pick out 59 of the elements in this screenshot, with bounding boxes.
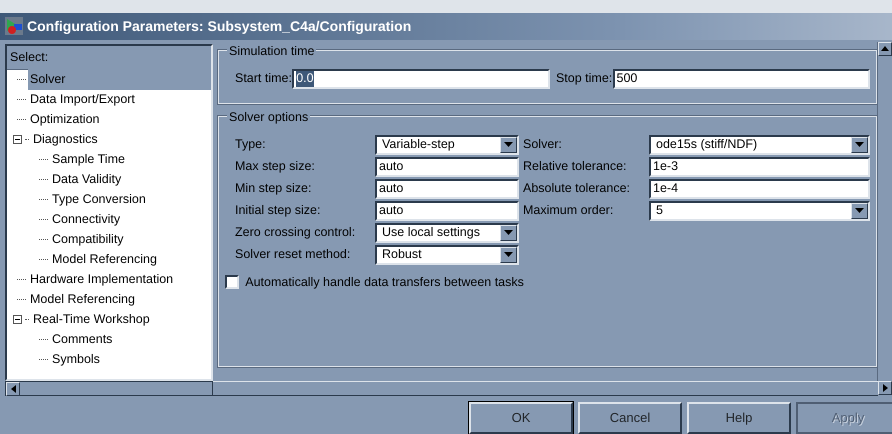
field-label: Initial step size: xyxy=(235,202,322,220)
dropdown[interactable]: Robust xyxy=(375,244,519,265)
tree-item[interactable]: Model Referencing xyxy=(50,249,159,270)
dropdown[interactable]: 5 xyxy=(649,200,870,221)
up-arrow-icon[interactable] xyxy=(881,46,889,52)
text-field[interactable]: auto xyxy=(375,178,519,199)
tree-item[interactable]: Type Conversion xyxy=(50,189,148,210)
tree-item[interactable]: Hardware Implementation xyxy=(28,269,176,290)
tree-header: Select: xyxy=(7,46,211,70)
text-field[interactable]: 500 xyxy=(612,68,870,89)
collapse-icon[interactable] xyxy=(13,315,22,324)
tree-item[interactable]: Sample Time xyxy=(50,149,127,170)
field-label: Relative tolerance: xyxy=(523,158,628,176)
field-label: Solver: xyxy=(523,136,563,154)
text-field[interactable]: 1e-4 xyxy=(649,178,870,199)
tree-item[interactable]: Real-Time Workshop xyxy=(31,309,152,330)
field-label: Min step size: xyxy=(235,180,312,198)
vertical-scrollbar[interactable] xyxy=(877,42,892,381)
tree-item[interactable]: Data Import/Export xyxy=(28,89,137,110)
tree-item[interactable]: Optimization xyxy=(28,109,102,130)
dialog-button[interactable]: Help xyxy=(687,402,791,434)
tree-item[interactable]: Symbols xyxy=(50,349,102,370)
tree-item[interactable]: Data Validity xyxy=(50,169,124,190)
field-label: Solver reset method: xyxy=(235,246,352,264)
window-title: Configuration Parameters: Subsystem_C4a/Configuration xyxy=(27,16,412,36)
dropdown-arrow-icon[interactable] xyxy=(504,142,513,148)
collapse-icon[interactable] xyxy=(13,135,22,144)
field-label: Start time: xyxy=(235,70,292,88)
horizontal-scrollbar[interactable] xyxy=(5,381,213,396)
tree-item[interactable]: Comments xyxy=(50,329,114,350)
field-label: Zero crossing control: xyxy=(235,224,356,242)
checkbox-label: Automatically handle data transfers between tasks xyxy=(245,274,524,291)
tree-item[interactable]: Solver xyxy=(28,69,211,90)
dropdown[interactable]: Use local settings xyxy=(375,222,519,243)
field-label: Absolute tolerance: xyxy=(523,180,632,198)
text-field[interactable]: auto xyxy=(375,200,519,221)
dropdown-arrow-icon[interactable] xyxy=(504,230,513,236)
text-field[interactable]: 0.0 xyxy=(292,68,550,89)
app-icon xyxy=(5,17,23,36)
dropdown[interactable]: ode15s (stiff/NDF) xyxy=(649,134,870,155)
dropdown-arrow-icon[interactable] xyxy=(855,142,864,148)
field-label: Max step size: xyxy=(235,158,316,176)
dialog-button[interactable]: Cancel xyxy=(578,402,682,434)
dropdown[interactable]: Variable-step xyxy=(375,134,519,155)
field-label: Maximum order: xyxy=(523,202,614,220)
field-label: Type: xyxy=(235,136,267,154)
tree-item[interactable]: Model Referencing xyxy=(28,289,137,310)
text-field[interactable]: 1e-3 xyxy=(649,156,870,177)
dialog-button[interactable]: OK xyxy=(469,402,573,434)
right-arrow-icon[interactable] xyxy=(882,384,888,392)
dropdown-arrow-icon[interactable] xyxy=(855,208,864,214)
checkbox[interactable] xyxy=(225,275,239,290)
text-field[interactable]: auto xyxy=(375,156,519,177)
tree-item[interactable]: Connectivity xyxy=(50,209,122,230)
dropdown-arrow-icon[interactable] xyxy=(504,252,513,258)
left-arrow-icon[interactable] xyxy=(10,385,16,393)
tree-item[interactable]: Diagnostics xyxy=(31,129,100,150)
tree-item[interactable]: Compatibility xyxy=(50,229,126,250)
field-label: Stop time: xyxy=(556,70,612,88)
